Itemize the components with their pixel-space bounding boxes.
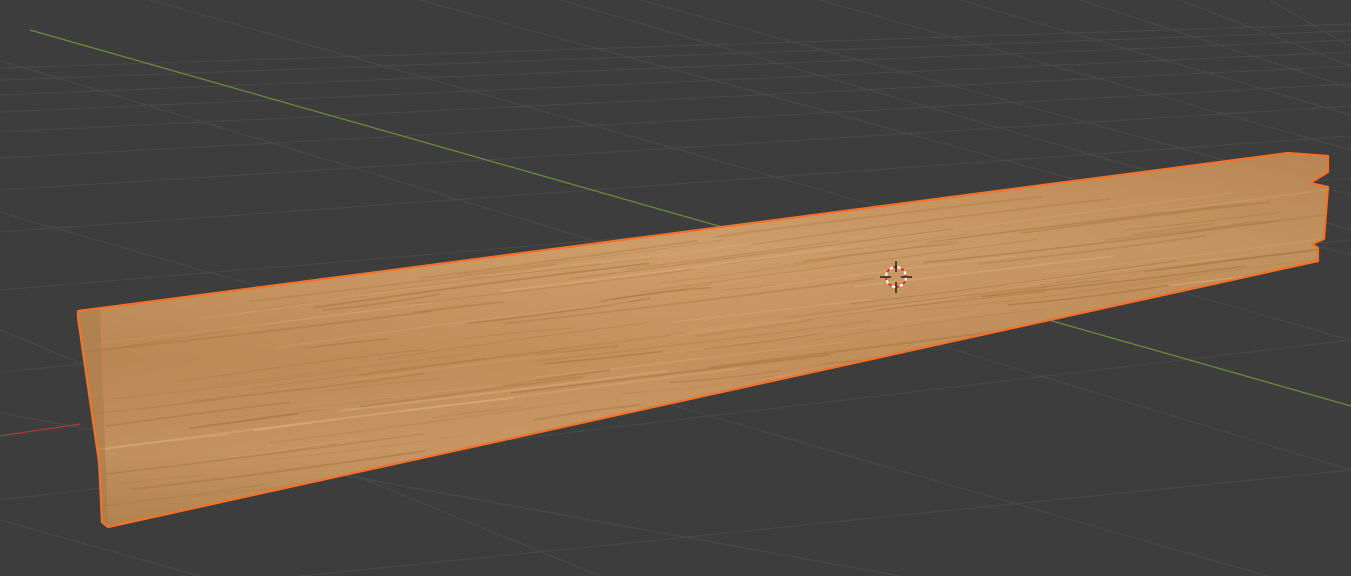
grid-line — [299, 469, 1351, 576]
grid-line — [0, 39, 1351, 96]
grain-streak — [1104, 321, 1196, 332]
viewport-scene[interactable] — [0, 0, 1351, 576]
x-axis-line — [0, 423, 81, 437]
grain-streak — [748, 392, 874, 409]
grid-line — [0, 519, 201, 576]
grid-line — [0, 83, 1351, 159]
grain-streak — [740, 387, 830, 399]
grid-line — [959, 0, 1351, 116]
3d-viewport[interactable] — [0, 0, 1351, 576]
grid-line — [819, 0, 1351, 151]
grid-line — [0, 65, 1351, 133]
